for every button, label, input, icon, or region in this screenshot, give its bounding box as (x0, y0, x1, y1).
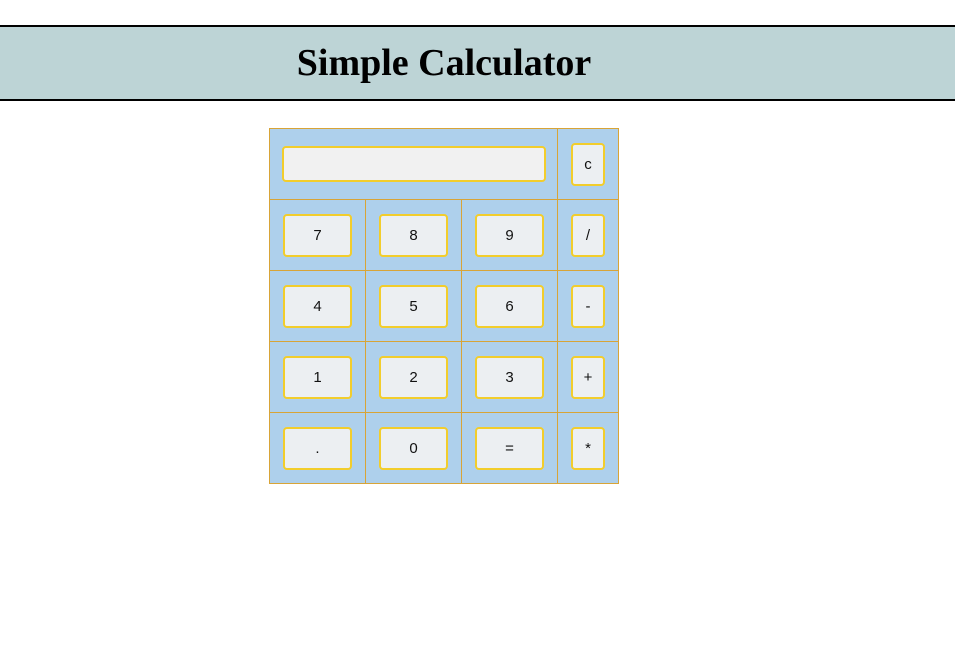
calculator-row-123: 1 2 3 + (269, 341, 619, 413)
digit-9-button[interactable]: 9 (475, 213, 544, 257)
clear-cell: c (557, 128, 619, 200)
digit-8-button[interactable]: 8 (379, 213, 448, 257)
digit-3-button[interactable]: 3 (475, 355, 544, 399)
calculator-row-display: c (269, 128, 619, 200)
subtract-button[interactable]: - (571, 284, 605, 328)
digit-1-button[interactable]: 1 (283, 355, 352, 399)
digit-4-button[interactable]: 4 (283, 284, 352, 328)
digit-7-button[interactable]: 7 (283, 213, 352, 257)
calculator-row-789: 7 8 9 / (269, 199, 619, 271)
equals-button[interactable]: = (475, 426, 544, 470)
multiply-button[interactable]: * (571, 426, 605, 470)
digit-5-button[interactable]: 5 (379, 284, 448, 328)
calculator-display-input[interactable] (281, 146, 546, 182)
calculator-row-bottom: . 0 = * (269, 412, 619, 484)
display-cell (269, 128, 558, 200)
decimal-button[interactable]: . (283, 426, 352, 470)
digit-0-button[interactable]: 0 (379, 426, 448, 470)
clear-button[interactable]: c (571, 142, 605, 186)
add-button[interactable]: + (571, 355, 605, 399)
calculator: c 7 8 9 / 4 5 6 - 1 2 3 + . 0 = * (269, 128, 619, 484)
digit-6-button[interactable]: 6 (475, 284, 544, 328)
digit-2-button[interactable]: 2 (379, 355, 448, 399)
page-title: Simple Calculator (296, 42, 592, 84)
calculator-row-456: 4 5 6 - (269, 270, 619, 342)
page-header: Simple Calculator (0, 25, 955, 101)
divide-button[interactable]: / (571, 213, 605, 257)
